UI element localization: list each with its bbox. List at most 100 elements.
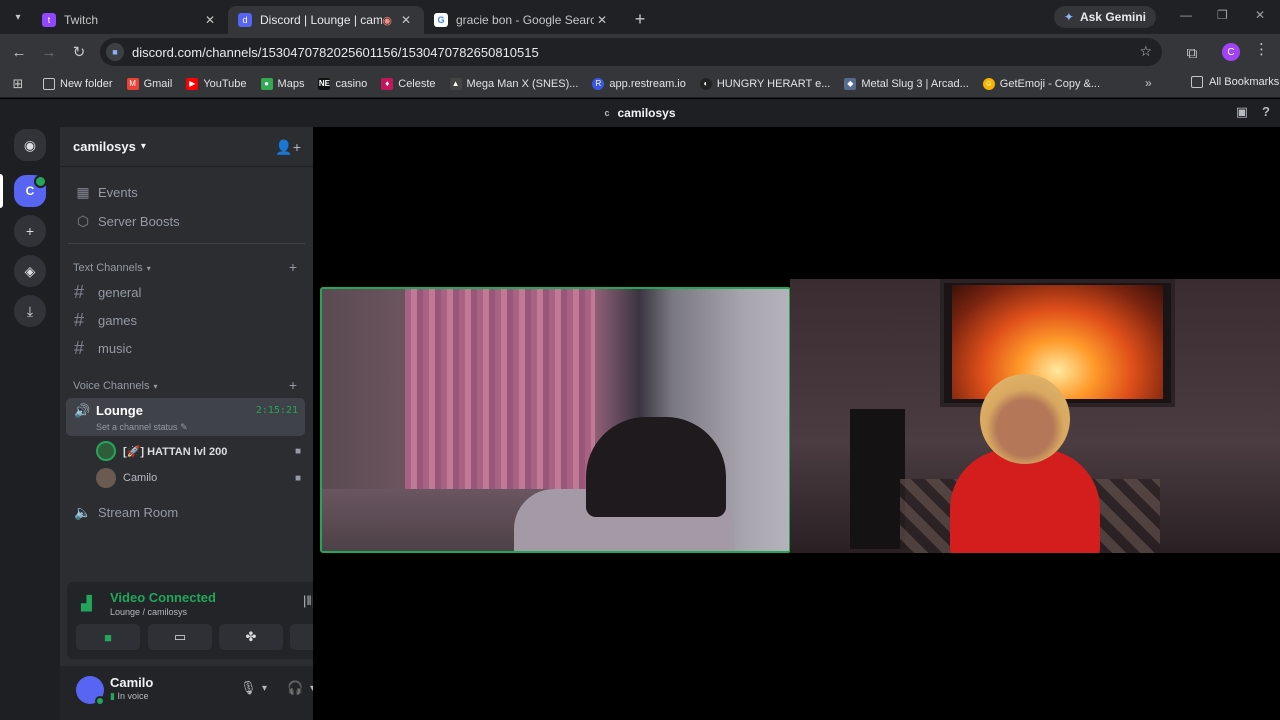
inbox-icon[interactable]: ▣ <box>1236 104 1248 120</box>
category-label: Voice Channels <box>73 380 150 392</box>
bookmark-restream[interactable]: Rapp.restream.io <box>585 77 692 90</box>
camera-toggle-button[interactable]: ■ <box>76 624 140 650</box>
hungry-icon: ◐ <box>699 77 712 90</box>
channel-label: music <box>98 340 132 356</box>
bookmark-new-folder[interactable]: New folder <box>36 77 120 90</box>
text-channels-category[interactable]: Text Channels ▾ <box>73 262 151 274</box>
voice-channel-stream-room[interactable]: 🔈 Stream Room <box>68 498 305 526</box>
bookmark-hungry[interactable]: ◐ HUNGRY HERART e... <box>693 77 838 90</box>
add-server-icon[interactable]: + <box>14 215 46 247</box>
hashtag-icon: # <box>74 337 85 358</box>
user-name[interactable]: Camilo <box>110 675 153 690</box>
extensions-icon[interactable]: ⧉ <box>1177 38 1207 68</box>
divider <box>68 243 305 244</box>
bookmark-getemoji[interactable]: ☺ GetEmoji - Copy &... <box>976 77 1107 90</box>
bookmark-casino[interactable]: NE casino <box>311 77 374 90</box>
profile-avatar[interactable]: C <box>1222 43 1240 61</box>
voice-user-camilo[interactable]: Camilo ■ <box>96 468 301 488</box>
ask-gemini-button[interactable]: ✦ Ask Gemini <box>1053 6 1156 28</box>
bookmark-star-icon[interactable]: ☆ <box>1139 43 1152 60</box>
bookmark-label: app.restream.io <box>609 77 686 90</box>
voice-channels-category[interactable]: Voice Channels ▾ <box>73 380 157 392</box>
video-tile-hattan[interactable] <box>790 279 1280 553</box>
close-tab-icon[interactable]: ✕ <box>594 13 610 27</box>
channel-games[interactable]: # games <box>68 306 305 334</box>
add-voice-channel-icon[interactable]: + <box>289 377 297 393</box>
bookmark-gmail[interactable]: M Gmail <box>120 77 180 90</box>
tab-discord[interactable]: d Discord | Lounge | camilosys ◉ ✕ <box>228 6 424 34</box>
bookmark-label: Celeste <box>398 77 436 90</box>
screen-share-button[interactable]: ▭ <box>148 624 212 650</box>
voice-channel-lounge[interactable]: 🔊 Lounge 2:15:21 Set a channel status ✎ <box>66 398 305 436</box>
reload-icon[interactable]: ↻ <box>64 37 94 67</box>
voice-user-name: [🚀] HATTAN lvl 200 <box>123 445 228 458</box>
channel-music[interactable]: # music <box>68 334 305 362</box>
video-tile-camilo[interactable] <box>320 287 791 553</box>
video-background <box>405 289 595 499</box>
celeste-icon: ♦ <box>381 77 394 90</box>
voice-status[interactable]: Video Connected <box>110 590 216 605</box>
category-label: Text Channels <box>73 262 143 274</box>
user-status-text: In voice <box>117 691 149 701</box>
browser-menu-icon[interactable]: ⋮ <box>1254 40 1269 58</box>
channel-status[interactable]: Set a channel status ✎ <box>96 422 188 433</box>
voice-user-hattan[interactable]: [🚀] HATTAN lvl 200 ■ <box>96 441 301 461</box>
forward-icon[interactable]: → <box>34 37 64 67</box>
bookmark-metal-slug[interactable]: ◆ Metal Slug 3 | Arcad... <box>837 77 975 90</box>
video-subject <box>980 374 1070 464</box>
gmail-icon: M <box>126 77 139 90</box>
discord-home-icon[interactable]: ◉ <box>14 129 46 161</box>
calendar-icon: ▦ <box>76 183 90 200</box>
channel-general[interactable]: # general <box>68 278 305 306</box>
address-bar[interactable]: ■ discord.com/channels/15304707820256011… <box>100 38 1162 66</box>
window-title: camilosys <box>617 106 676 120</box>
activities-button[interactable]: ✤ <box>219 624 283 650</box>
invite-people-icon[interactable]: 👤+ <box>275 139 301 156</box>
ne-icon: NE <box>318 77 331 90</box>
restore-icon[interactable]: ❐ <box>1217 8 1228 22</box>
call-timer: 2:15:21 <box>255 405 298 416</box>
all-bookmarks-button[interactable]: All Bookmarks <box>1184 76 1280 88</box>
headphones-icon[interactable]: 🎧 <box>287 680 303 696</box>
close-tab-icon[interactable]: ✕ <box>398 13 414 27</box>
microphone-icon[interactable]: 🎙 <box>240 680 257 696</box>
bookmark-celeste[interactable]: ♦ Celeste <box>374 77 442 90</box>
more-bookmarks-icon[interactable]: » <box>1145 76 1152 90</box>
bookmark-youtube[interactable]: ▶ YouTube <box>179 77 253 90</box>
back-icon[interactable]: ← <box>4 37 34 67</box>
emoji-icon: ☺ <box>982 77 995 90</box>
tab-google-search[interactable]: G gracie bon - Google Search ✕ <box>424 6 620 34</box>
menu-item-server-boosts[interactable]: ⬡ Server Boosts <box>68 207 305 235</box>
video-subject <box>586 417 726 517</box>
video-background <box>850 409 905 549</box>
bookmark-maps[interactable]: ● Maps <box>254 77 312 90</box>
voice-location[interactable]: Lounge / camilosys <box>110 607 187 617</box>
chevron-down-icon[interactable]: ▾ <box>262 683 267 694</box>
server-name: camilosys <box>73 139 136 154</box>
menu-item-events[interactable]: ▦ Events <box>68 178 305 206</box>
discover-icon[interactable]: ◈ <box>14 255 46 287</box>
close-window-icon[interactable]: ✕ <box>1255 8 1265 22</box>
speaker-icon: 🔊 <box>74 403 91 418</box>
add-text-channel-icon[interactable]: + <box>289 259 297 275</box>
help-icon[interactable]: ? <box>1262 104 1270 120</box>
new-tab-button[interactable]: + <box>626 5 654 33</box>
channel-label: Lounge <box>96 403 143 418</box>
apps-grid-icon[interactable]: ⊞ <box>0 76 36 92</box>
user-status: ▮ In voice <box>110 691 149 702</box>
video-camera-icon: ■ <box>294 472 301 484</box>
menu-item-label: Events <box>98 184 138 200</box>
tab-search-dropdown[interactable]: ▾ <box>4 5 32 29</box>
minimize-icon[interactable]: — <box>1180 8 1192 22</box>
signal-icon[interactable]: ▟ <box>81 595 92 612</box>
download-icon[interactable]: ⤓ <box>14 295 46 327</box>
channel-status-text: Set a channel status <box>96 422 178 432</box>
bookmark-label: Mega Man X (SNES)... <box>466 77 579 90</box>
close-tab-icon[interactable]: ✕ <box>202 13 218 27</box>
bookmark-megaman[interactable]: ▲ Mega Man X (SNES)... <box>443 77 586 90</box>
google-icon: G <box>434 13 448 27</box>
bookmark-label: HUNGRY HERART e... <box>716 77 831 90</box>
camera-permission-icon[interactable]: ■ <box>106 43 124 61</box>
tab-twitch[interactable]: t Twitch ✕ <box>32 6 228 34</box>
menu-item-label: Server Boosts <box>98 213 180 229</box>
